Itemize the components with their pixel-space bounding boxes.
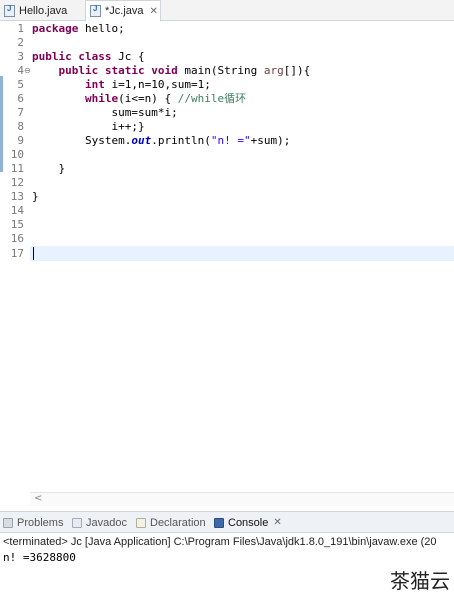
keyword: package [32,22,79,35]
line-number: 1 [17,22,24,35]
console-status-line: <terminated> Jc [Java Application] C:\Pr… [3,536,437,548]
watermark-text: 茶猫云 [390,569,450,593]
line-number: 4 [17,64,24,77]
tab-label: Console [228,516,269,529]
keyword: public [32,50,72,63]
line-number: 9 [17,134,24,147]
close-icon[interactable]: ✕ [273,517,281,528]
code-line-9: System.out.println("n! ="+sum); [32,134,290,148]
code-text: .println( [151,134,211,147]
console-icon [214,517,224,528]
tab-label: Hello.java [19,4,68,17]
code-line-11: } [32,162,66,175]
keyword: while [84,92,119,105]
line-number: 5 [17,78,24,91]
keyword: static [104,64,145,77]
code-line-8: i++;} [32,120,145,133]
keyword: int [84,78,105,91]
tab-label: *Jc.java [105,5,144,17]
line-number: 16 [10,232,24,245]
tab-declaration[interactable]: Declaration [136,512,206,533]
console-view[interactable]: <terminated> Jc [Java Application] C:\Pr… [0,534,454,600]
keyword: class [78,50,112,63]
tab-label: Declaration [150,516,206,529]
code-text: +sum); [250,134,291,147]
tab-hello-java[interactable]: Hello.java [0,0,82,21]
tab-javadoc[interactable]: Javadoc [72,512,127,533]
tab-label: Problems [17,516,64,529]
fold-collapse-icon[interactable]: ⊖ [24,66,31,75]
code-comment: //while循环 [177,92,247,105]
java-file-icon [4,4,15,17]
java-file-icon [90,4,101,17]
code-text: System. [84,134,132,147]
line-number: 17 [10,247,24,260]
tab-console[interactable]: Console ✕ [214,512,282,533]
line-number: 11 [10,162,24,175]
horizontal-scrollbar[interactable]: < [30,492,454,506]
code-text: Jc { [111,50,145,63]
code-text: main(String [177,64,264,77]
line-number: 14 [10,204,24,217]
code-text: hello; [78,22,125,35]
line-number: 7 [17,106,24,119]
code-editor[interactable]: 1 2 3 4 5 6 7 8 9 10 11 12 13 14 15 16 1… [0,22,454,508]
close-icon[interactable]: ✕ [150,6,158,17]
code-line-13: } [32,190,39,203]
code-line-4: public static void main(String arg[]){ [32,64,311,78]
line-number: 15 [10,218,24,231]
string-literal: "n! =" [210,134,251,147]
keyword: public [58,64,99,77]
tab-jc-java[interactable]: *Jc.java ✕ [85,0,161,22]
code-line-3: public class Jc { [32,50,145,64]
problems-icon [3,517,13,528]
line-number: 12 [10,176,24,189]
code-line-5: int i=1,n=10,sum=1; [32,78,211,92]
tab-label: Javadoc [86,516,127,529]
javadoc-icon [72,517,82,528]
code-text: []){ [283,64,311,77]
bottom-panel-tab-bar: Problems Javadoc Declaration Console ✕ [0,511,454,533]
console-output: n! =3628800 [3,551,76,564]
static-field: out [131,134,152,147]
line-number: 3 [17,50,24,63]
keyword: void [151,64,178,77]
line-number: 10 [10,148,24,161]
line-number: 13 [10,190,24,203]
line-number: 6 [17,92,24,105]
code-line-6: while(i<=n) { //while循环 [32,92,246,106]
text-caret [33,247,34,260]
line-number: 2 [17,36,24,49]
line-number: 8 [17,120,24,133]
declaration-icon [136,517,146,528]
line-number-gutter: 1 2 3 4 5 6 7 8 9 10 11 12 13 14 15 16 1… [0,22,31,508]
parameter: arg [263,64,284,77]
editor-tab-bar: Hello.java *Jc.java ✕ [0,0,454,22]
code-text: (i<=n) { [118,92,178,105]
code-text: i=1,n=10,sum=1; [104,78,211,91]
scroll-left-icon[interactable]: < [34,493,42,504]
tab-problems[interactable]: Problems [3,512,63,533]
code-text-area[interactable]: package hello; public class Jc { public … [32,22,454,492]
code-line-1: package hello; [32,22,125,36]
code-line-7: sum=sum*i; [32,106,178,119]
